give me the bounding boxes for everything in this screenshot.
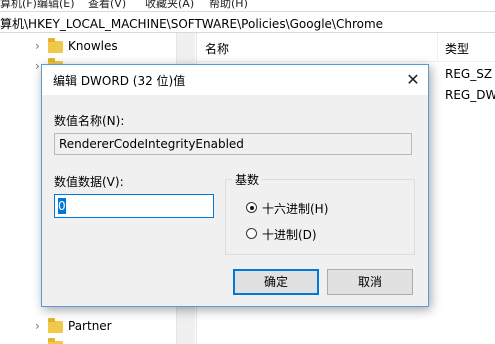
tree-item-knowles[interactable]: › Knowles (0, 37, 176, 57)
value-type-cell[interactable]: REG_DW (445, 88, 495, 102)
chevron-right-icon[interactable]: › (35, 339, 40, 344)
value-name-label: 数值名称(N): (54, 114, 125, 128)
close-icon[interactable]: ✕ (398, 65, 428, 95)
menu-edit[interactable]: 编辑(E) (37, 0, 75, 10)
dialog-title: 编辑 DWORD (32 位)值 (53, 74, 186, 88)
menu-file[interactable]: 算机(F) (0, 0, 37, 10)
menu-help[interactable]: 帮助(H) (209, 0, 248, 10)
menu-view[interactable]: 查看(V) (88, 0, 126, 10)
address-path: 算机\HKEY_LOCAL_MACHINE\SOFTWARE\Policies\… (0, 17, 384, 31)
base-groupbox: 基数 十六进制(H) 十进制(D) (225, 171, 415, 255)
radio-selected-dot (249, 205, 254, 210)
tree-item-label: Partner (68, 319, 112, 333)
chevron-right-icon[interactable]: › (35, 39, 40, 53)
value-type-cell[interactable]: REG_SZ (445, 67, 492, 81)
chevron-right-icon[interactable]: › (35, 319, 40, 333)
radio-circle[interactable] (246, 202, 257, 213)
folder-icon (48, 38, 63, 53)
radio-dec-label[interactable]: 十进制(D) (262, 226, 317, 243)
tree-item-partner[interactable]: › Partner (0, 317, 176, 337)
tree-item-label: Knowles (68, 39, 118, 53)
dialog-titlebar[interactable]: 编辑 DWORD (32 位)值 ✕ (42, 65, 428, 95)
value-name-field: RendererCodeIntegrityEnabled (54, 133, 412, 155)
menu-bar: 算机(F) 编辑(E) 查看(V) 收藏夹(A) 帮助(H) (0, 0, 495, 10)
tree-item-partial[interactable]: › (0, 337, 176, 344)
column-name-header[interactable]: 名称 (205, 40, 229, 57)
value-data-input[interactable] (54, 194, 214, 218)
address-bar[interactable]: 算机\HKEY_LOCAL_MACHINE\SOFTWARE\Policies\… (0, 11, 495, 33)
column-type-header[interactable]: 类型 (445, 40, 469, 57)
base-label: 基数 (232, 171, 263, 188)
value-data-label: 数值数据(V): (54, 175, 124, 189)
menu-favorites[interactable]: 收藏夹(A) (145, 0, 194, 10)
values-header: 名称 类型 (197, 33, 495, 62)
radio-hex-label[interactable]: 十六进制(H) (262, 200, 328, 217)
value-name-text: RendererCodeIntegrityEnabled (59, 137, 244, 151)
ok-button[interactable]: 确定 (233, 269, 319, 295)
column-divider[interactable] (437, 33, 438, 61)
folder-icon (48, 318, 63, 333)
cancel-button[interactable]: 取消 (327, 269, 413, 295)
radio-circle[interactable] (246, 228, 257, 239)
chevron-right-icon[interactable]: › (35, 59, 40, 73)
edit-dword-dialog: 编辑 DWORD (32 位)值 ✕ 数值名称(N): RendererCode… (41, 64, 429, 307)
